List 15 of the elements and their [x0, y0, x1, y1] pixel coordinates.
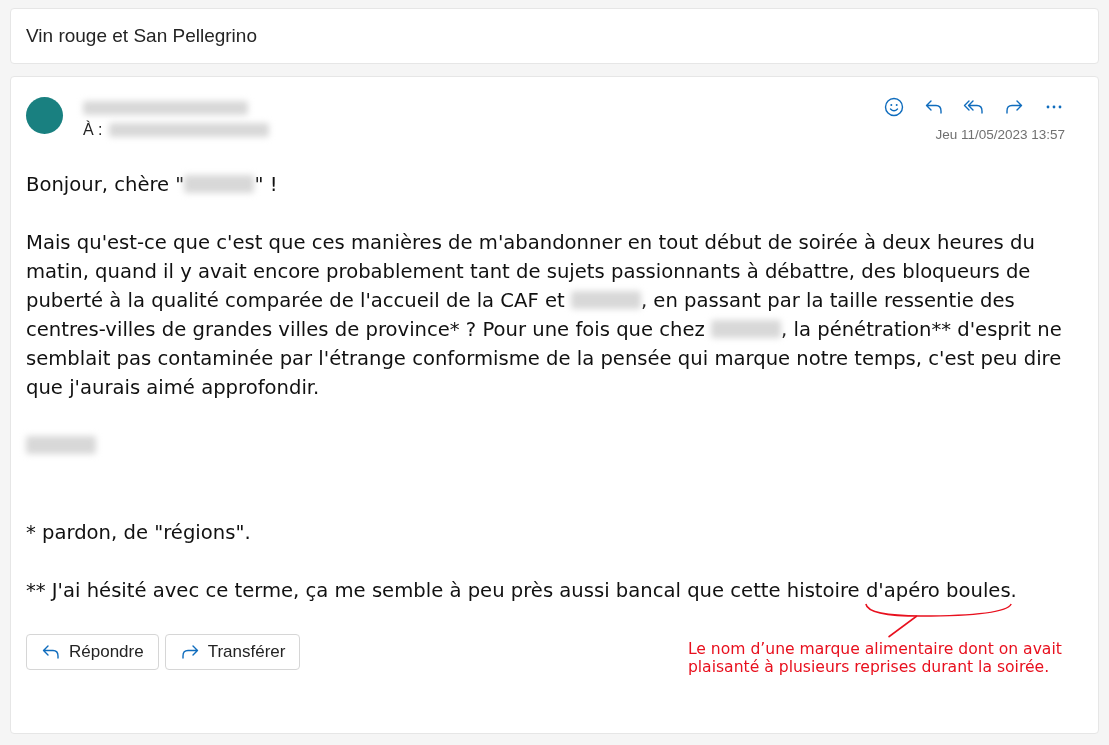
email-subject: Vin rouge et San Pellegrino	[26, 25, 257, 47]
forward-button[interactable]: Transférer	[164, 634, 301, 670]
reply-button[interactable]: Répondre	[26, 634, 159, 670]
body-paragraph: * pardon, de "régions".	[26, 520, 252, 546]
redacted-text	[570, 291, 641, 309]
body-paragraph: Bonjour, chère " " !	[26, 172, 279, 198]
message-date: Jeu 11/05/2023 13:57	[935, 127, 1065, 142]
body-paragraph: Mais qu'est-ce que c'est que ces manières de m'abandonner en tout début de soirée à deux heures du matin, quand il y avait encore probablement tant de sujets passionnants à débattre, des bloqueurs de puberté à la qualité comparée de l'accueil de la CAF et , en passant par la taille ressentie des centres-villes de grandes villes de province* ? Pour une fois que chez , la pénétration** d'esprit ne semblait pas contaminée par l'étrange conformisme de la pensée qui marque notre temps, c'est peu dire que j'aurais aimé approfondir.	[26, 230, 1063, 401]
avatar-icon	[26, 97, 63, 134]
annotation-text: Le nom d’une marque alimentaire dont on avait plaisanté à plusieurs reprises durant la soirée.	[687, 640, 1063, 676]
recipient-label: À :	[83, 121, 103, 139]
redacted-text	[711, 320, 782, 338]
smiley-icon[interactable]	[883, 97, 905, 117]
redacted-text	[26, 436, 96, 454]
redacted-text	[184, 175, 255, 193]
